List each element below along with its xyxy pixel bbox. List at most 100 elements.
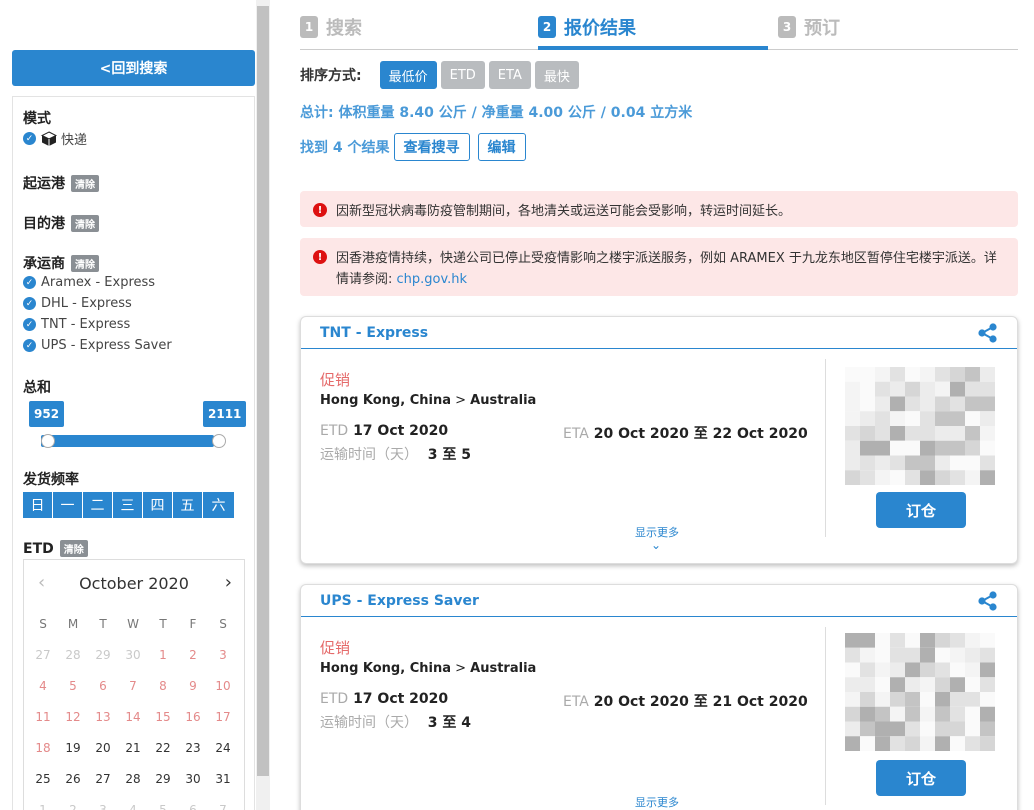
calendar-day[interactable]: 31 bbox=[208, 763, 238, 794]
sort-etd-button[interactable]: ETD bbox=[440, 61, 485, 89]
carrier-option[interactable]: ✓ Aramex - Express bbox=[23, 275, 155, 290]
carrier-option[interactable]: ✓ UPS - Express Saver bbox=[23, 338, 172, 353]
calendar-day[interactable]: 24 bbox=[208, 732, 238, 763]
sort-eta-button[interactable]: ETA bbox=[488, 61, 531, 89]
calendar-day[interactable]: 26 bbox=[58, 763, 88, 794]
calendar-day: 9 bbox=[189, 678, 197, 693]
mode-option-express[interactable]: ✓ 快递 bbox=[23, 129, 87, 148]
sidebar-scrollbar[interactable] bbox=[256, 0, 270, 810]
double-chevron-down-icon[interactable]: ⌄ bbox=[651, 538, 661, 552]
calendar-day[interactable]: 21 bbox=[118, 732, 148, 763]
calendar-day: 27 bbox=[35, 647, 51, 662]
total-summary: 总计: 体积重量 8.40 公斤 / 净重量 4.00 公斤 / 0.04 立方… bbox=[300, 105, 693, 121]
calendar-weekday: W bbox=[127, 616, 139, 631]
route: Hong Kong, China > Australia bbox=[320, 393, 537, 408]
day-toggle-fri[interactable]: 五 bbox=[173, 492, 203, 518]
calendar-day: 14 bbox=[125, 709, 141, 724]
show-more-link[interactable]: 显示更多 bbox=[635, 794, 679, 810]
card-header: UPS - Express Saver bbox=[301, 585, 1017, 617]
edit-button[interactable]: 编辑 bbox=[477, 133, 526, 161]
calendar-day: 2 bbox=[189, 647, 197, 662]
calendar-day[interactable]: 20 bbox=[88, 732, 118, 763]
covid-alert: ! 因新型冠状病毒防疫管制期间，各地清关或运送可能会受影响，转运时间延长。 bbox=[300, 191, 1018, 227]
book-button[interactable]: 订仓 bbox=[876, 760, 966, 796]
carrier-clear-button[interactable]: 清除 bbox=[71, 254, 99, 272]
card-divider bbox=[825, 627, 826, 805]
etd-title: ETD 清除 bbox=[23, 540, 88, 557]
calendar-grid: S M T W T F S 27 28 29 30 1 2 3 4 5 6 7 8 9 10 11 12 13 14 15 16 17… bbox=[28, 608, 238, 810]
result-card: TNT - Express 促销 Hong Kong, China > Aust… bbox=[300, 316, 1018, 564]
day-toggle-wed[interactable]: 三 bbox=[113, 492, 143, 518]
calendar-day[interactable]: 25 bbox=[28, 763, 58, 794]
calendar-day: 18 bbox=[35, 740, 51, 755]
eta-value: ETA 20 Oct 2020 至 22 Oct 2020 bbox=[563, 426, 808, 442]
sort-fastest-button[interactable]: 最快 bbox=[534, 61, 579, 89]
back-to-search-button[interactable]: <回到搜索 bbox=[12, 50, 255, 86]
calendar-day: 4 bbox=[39, 678, 47, 693]
etd-calendar: ‹ October 2020 › S M T W T F S 27 28 29 30 1 2 3 4 5 6 7 8… bbox=[23, 559, 245, 810]
carrier-logo bbox=[845, 367, 995, 485]
calendar-day: 6 bbox=[99, 678, 107, 693]
day-toggle-tue[interactable]: 二 bbox=[83, 492, 113, 518]
check-icon: ✓ bbox=[23, 132, 36, 145]
range-min-handle[interactable] bbox=[41, 434, 55, 448]
carrier-option[interactable]: ✓ TNT - Express bbox=[23, 317, 130, 332]
calendar-day[interactable]: 19 bbox=[58, 732, 88, 763]
check-icon: ✓ bbox=[23, 276, 36, 289]
scrollbar-thumb[interactable] bbox=[257, 6, 269, 776]
calendar-day: 30 bbox=[125, 647, 141, 662]
calendar-day[interactable]: 22 bbox=[148, 732, 178, 763]
calendar-day: 4 bbox=[129, 802, 137, 810]
calendar-day: 3 bbox=[219, 647, 227, 662]
step-search[interactable]: 1 搜索 bbox=[300, 14, 362, 40]
calendar-day: 17 bbox=[215, 709, 231, 724]
origin-title: 起运港 清除 bbox=[23, 173, 99, 193]
check-icon: ✓ bbox=[23, 297, 36, 310]
progress-steps: 1 搜索 2 报价结果 3 预订 bbox=[300, 10, 1018, 50]
day-toggle-thu[interactable]: 四 bbox=[143, 492, 173, 518]
calendar-day[interactable]: 23 bbox=[178, 732, 208, 763]
calendar-day: 3 bbox=[99, 802, 107, 810]
calendar-day[interactable]: 28 bbox=[118, 763, 148, 794]
day-toggle-sat[interactable]: 六 bbox=[203, 492, 234, 518]
calendar-day: 1 bbox=[39, 802, 47, 810]
calendar-day: 11 bbox=[35, 709, 51, 724]
calendar-day[interactable]: 27 bbox=[88, 763, 118, 794]
total-title: 总和 bbox=[23, 380, 51, 396]
filter-panel: 模式 ✓ 快递 起运港 清除 目的港 清除 承运商 清除 ✓ Aramex - … bbox=[12, 96, 255, 810]
destination-clear-button[interactable]: 清除 bbox=[71, 214, 99, 232]
book-button[interactable]: 订仓 bbox=[876, 492, 966, 528]
calendar-day[interactable]: 29 bbox=[148, 763, 178, 794]
calendar-day: 7 bbox=[129, 678, 137, 693]
alert-icon: ! bbox=[313, 203, 327, 217]
share-icon[interactable] bbox=[977, 322, 999, 344]
alert-icon: ! bbox=[313, 250, 327, 264]
view-search-button[interactable]: 查看搜寻 bbox=[393, 133, 470, 161]
etd-value: ETD 17 Oct 2020 bbox=[320, 691, 449, 707]
card-header: TNT - Express bbox=[301, 317, 1017, 349]
calendar-day: 5 bbox=[159, 802, 167, 810]
etd-clear-button[interactable]: 清除 bbox=[59, 540, 88, 557]
promo-label: 促销 bbox=[320, 371, 351, 389]
day-toggle-mon[interactable]: 一 bbox=[53, 492, 83, 518]
chp-link[interactable]: chp.gov.hk bbox=[397, 272, 468, 287]
sort-label: 排序方式: bbox=[300, 68, 362, 84]
sort-lowest-price-button[interactable]: 最低价 bbox=[379, 61, 437, 89]
range-max-handle[interactable] bbox=[212, 434, 226, 448]
day-toggle-sun[interactable]: 日 bbox=[23, 492, 53, 518]
result-card: UPS - Express Saver 促销 Hong Kong, China … bbox=[300, 584, 1018, 810]
carrier-option[interactable]: ✓ DHL - Express bbox=[23, 296, 132, 311]
calendar-day: 15 bbox=[155, 709, 171, 724]
step-booking[interactable]: 3 预订 bbox=[778, 14, 840, 40]
share-icon[interactable] bbox=[977, 590, 999, 612]
calendar-day[interactable]: 30 bbox=[178, 763, 208, 794]
results-count: 找到 4 个结果 bbox=[300, 140, 390, 156]
origin-clear-button[interactable]: 清除 bbox=[71, 174, 99, 192]
calendar-day: 13 bbox=[95, 709, 111, 724]
sort-bar: 排序方式: 最低价 ETD ETA 最快 bbox=[300, 61, 583, 89]
eta-value: ETA 20 Oct 2020 至 21 Oct 2020 bbox=[563, 694, 808, 710]
step-quote-results[interactable]: 2 报价结果 bbox=[538, 14, 636, 40]
chevron-right-icon[interactable]: › bbox=[225, 572, 232, 593]
calendar-day: 10 bbox=[215, 678, 231, 693]
range-slider-track[interactable] bbox=[41, 435, 214, 447]
